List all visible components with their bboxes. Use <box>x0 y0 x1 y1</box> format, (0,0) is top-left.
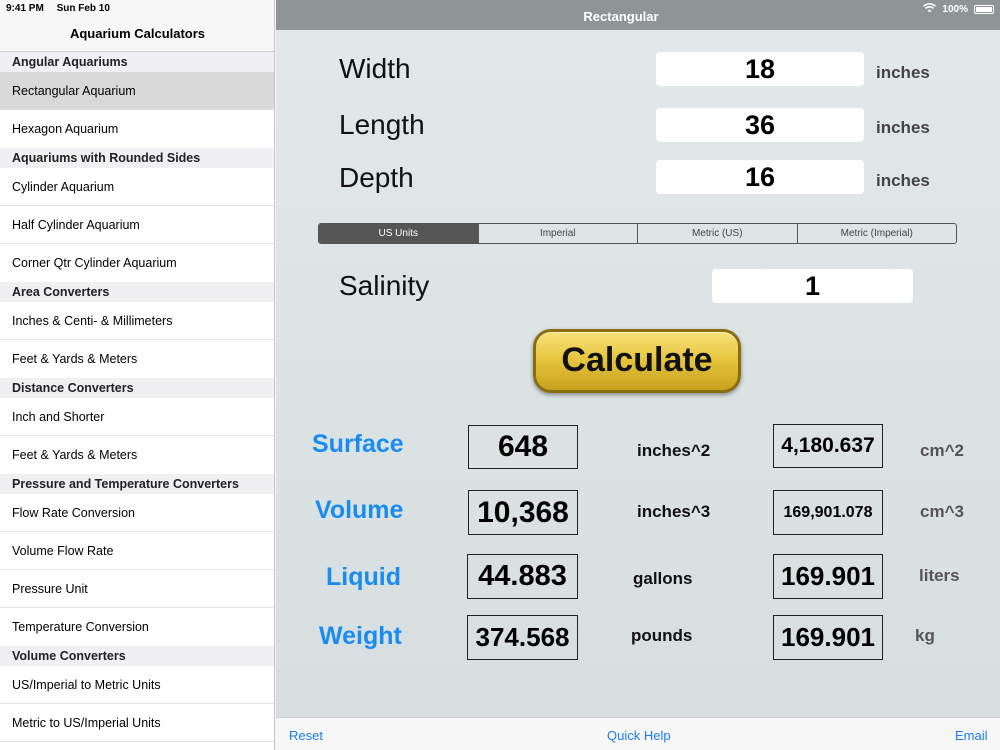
length-unit: inches <box>876 118 930 137</box>
email-button[interactable]: Email <box>955 728 988 743</box>
sidebar-item-metric-to-us[interactable]: Metric to US/Imperial Units <box>0 704 274 742</box>
tab-metric-imperial[interactable]: Metric (Imperial) <box>798 224 957 243</box>
width-label: Width <box>339 53 411 84</box>
depth-label: Depth <box>339 162 414 193</box>
sidebar-item-half-cylinder-aquarium[interactable]: Half Cylinder Aquarium <box>0 206 274 244</box>
weight-label: Weight <box>319 622 402 650</box>
calculator-content: Width 18 inches Length 36 inches Depth 1… <box>276 30 1000 717</box>
surface-label: Surface <box>312 430 404 458</box>
surface-us-unit: inches^2 <box>637 441 711 460</box>
weight-us-unit: pounds <box>631 626 693 645</box>
tab-us-units[interactable]: US Units <box>319 224 479 243</box>
sidebar-item-cylinder-aquarium[interactable]: Cylinder Aquarium <box>0 168 274 206</box>
battery-icon <box>974 5 994 14</box>
weight-metric-value: 169.901 <box>773 615 883 660</box>
tab-imperial[interactable]: Imperial <box>479 224 638 243</box>
sidebar-item-temperature-conversion[interactable]: Temperature Conversion <box>0 608 274 646</box>
sidebar-item-area-inches[interactable]: Inches & Centi- & Millimeters <box>0 302 274 340</box>
section-header-area: Area Converters <box>0 282 274 302</box>
wifi-icon <box>923 3 937 16</box>
length-label: Length <box>339 109 425 140</box>
unit-system-selector: US Units Imperial Metric (US) Metric (Im… <box>318 223 957 244</box>
volume-us-value: 10,368 <box>468 490 578 535</box>
liquid-metric-unit: liters <box>919 566 960 585</box>
volume-us-unit: inches^3 <box>637 502 711 521</box>
calculate-button[interactable]: Calculate <box>533 329 741 393</box>
battery-percentage: 100% <box>942 4 968 15</box>
page-title: Rectangular <box>583 9 659 24</box>
status-date: Sun Feb 10 <box>56 3 110 14</box>
weight-us-value: 374.568 <box>467 615 578 660</box>
width-unit: inches <box>876 63 930 82</box>
section-header-rounded: Aquariums with Rounded Sides <box>0 148 274 168</box>
sidebar-item-area-feet[interactable]: Feet & Yards & Meters <box>0 340 274 378</box>
volume-metric-unit: cm^3 <box>920 502 964 521</box>
liquid-us-value: 44.883 <box>467 554 578 599</box>
liquid-us-unit: gallons <box>633 569 693 588</box>
status-time: 9:41 PM <box>6 3 44 14</box>
weight-metric-unit: kg <box>915 626 935 645</box>
quick-help-button[interactable]: Quick Help <box>607 728 671 743</box>
surface-metric-value: 4,180.637 <box>773 424 883 468</box>
sidebar-item-us-to-metric[interactable]: US/Imperial to Metric Units <box>0 666 274 704</box>
salinity-field[interactable]: 1 <box>712 269 913 303</box>
volume-label: Volume <box>315 496 404 524</box>
sidebar-item-pressure-unit[interactable]: Pressure Unit <box>0 570 274 608</box>
sidebar-list: Angular Aquariums Rectangular Aquarium H… <box>0 52 274 742</box>
status-bar-right: 100% <box>923 3 994 16</box>
sidebar-item-rectangular-aquarium[interactable]: Rectangular Aquarium <box>0 72 274 110</box>
sidebar: 9:41 PM Sun Feb 10 Aquarium Calculators … <box>0 0 275 750</box>
sidebar-item-hexagon-aquarium[interactable]: Hexagon Aquarium <box>0 110 274 148</box>
salinity-label: Salinity <box>339 270 430 301</box>
section-header-volume: Volume Converters <box>0 646 274 666</box>
liquid-label: Liquid <box>326 563 401 591</box>
surface-us-value: 648 <box>468 425 578 469</box>
width-field[interactable]: 18 <box>656 52 864 86</box>
volume-metric-value: 169,901.078 <box>773 490 883 535</box>
liquid-metric-value: 169.901 <box>773 554 883 599</box>
main-panel: Rectangular 100% Width 18 inches Length … <box>276 0 1000 750</box>
sidebar-item-distance-inch[interactable]: Inch and Shorter <box>0 398 274 436</box>
sidebar-item-distance-feet[interactable]: Feet & Yards & Meters <box>0 436 274 474</box>
sidebar-title: Aquarium Calculators <box>69 26 206 41</box>
section-header-pressure-temperature: Pressure and Temperature Converters <box>0 474 274 494</box>
reset-button[interactable]: Reset <box>289 728 323 743</box>
sidebar-item-corner-qtr-cylinder-aquarium[interactable]: Corner Qtr Cylinder Aquarium <box>0 244 274 282</box>
length-field[interactable]: 36 <box>656 108 864 142</box>
sidebar-item-volume-flow-rate[interactable]: Volume Flow Rate <box>0 532 274 570</box>
section-header-distance: Distance Converters <box>0 378 274 398</box>
bottom-toolbar: Reset Quick Help Email <box>276 717 1000 750</box>
tab-metric-us[interactable]: Metric (US) <box>638 224 798 243</box>
depth-field[interactable]: 16 <box>656 160 864 194</box>
surface-metric-unit: cm^2 <box>920 441 964 460</box>
sidebar-header: 9:41 PM Sun Feb 10 Aquarium Calculators <box>0 0 274 52</box>
section-header-angular: Angular Aquariums <box>0 52 274 72</box>
sidebar-item-flow-rate[interactable]: Flow Rate Conversion <box>0 494 274 532</box>
navigation-bar: Rectangular 100% <box>276 0 1000 30</box>
depth-unit: inches <box>876 171 930 190</box>
status-bar-left: 9:41 PM Sun Feb 10 <box>6 3 120 14</box>
